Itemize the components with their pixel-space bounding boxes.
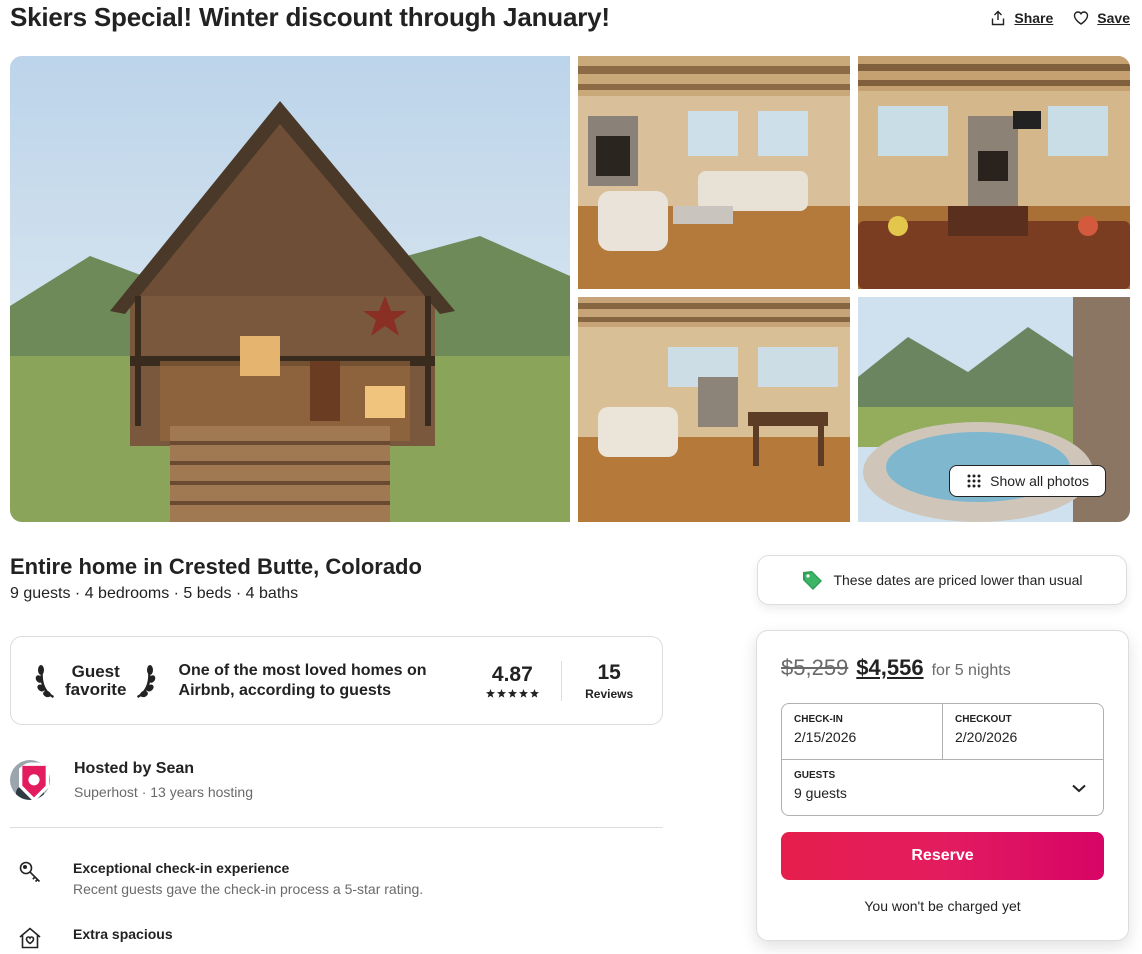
show-all-photos-label: Show all photos xyxy=(990,473,1089,489)
host-info: Hosted by Sean Superhost · 13 years host… xyxy=(74,760,253,800)
highlight-spacious-text: Extra spacious xyxy=(73,926,173,950)
booking-widget: $5,259 $4,556 for 5 nights CHECK-IN 2/15… xyxy=(756,630,1129,941)
star-icon xyxy=(485,689,495,698)
chevron-down-icon xyxy=(1072,784,1086,793)
listing-type-title: Entire home in Crested Butte, Colorado xyxy=(10,554,422,579)
photo-living-room-2[interactable] xyxy=(858,56,1130,289)
host-name: Hosted by Sean xyxy=(74,760,195,777)
photo-gallery: Show all photos xyxy=(10,56,1130,522)
page-title: Skiers Special! Winter discount through … xyxy=(10,2,610,32)
checkout-field[interactable]: CHECKOUT 2/20/2026 xyxy=(942,704,1103,759)
star-icon xyxy=(507,689,517,698)
price-row: $5,259 $4,556 for 5 nights xyxy=(781,655,1104,681)
guest-favorite-text: Guest favorite xyxy=(65,661,127,699)
photo-cabin-exterior[interactable] xyxy=(10,56,570,522)
guest-favorite-description: One of the most loved homes on Airbnb, a… xyxy=(178,661,427,699)
checkin-label: CHECK-IN xyxy=(794,714,843,725)
reviews-link[interactable]: 15 Reviews xyxy=(580,661,638,701)
laurel-left-icon xyxy=(35,664,54,698)
reviews-count: 15 xyxy=(597,660,621,684)
highlight-checkin-text: Exceptional check-in experience Recent g… xyxy=(73,860,423,897)
checkout-value: 2/20/2026 xyxy=(955,729,1018,745)
rating-block: 4.87 xyxy=(478,663,548,698)
superhost-badge-icon xyxy=(19,762,49,802)
reservation-fields: CHECK-IN 2/15/2026 CHECKOUT 2/20/2026 GU… xyxy=(781,703,1104,816)
heart-icon xyxy=(1074,11,1089,25)
save-label: Save xyxy=(1097,10,1130,26)
host-subtitle: Superhost · 13 years hosting xyxy=(74,784,253,800)
section-divider xyxy=(10,827,663,828)
photo-hot-tub[interactable]: Show all photos xyxy=(858,297,1130,522)
highlight-title: Exceptional check-in experience xyxy=(73,860,290,876)
price-tag-icon xyxy=(803,571,823,590)
guest-favorite-line1: Guest xyxy=(71,661,120,681)
guest-favorite-badge: Guest favorite xyxy=(35,661,165,699)
highlight-title: Extra spacious xyxy=(73,926,173,942)
photo-living-room-1[interactable] xyxy=(578,56,850,289)
guest-favorite-line2: favorite xyxy=(65,679,127,699)
show-all-photos-button[interactable]: Show all photos xyxy=(949,465,1106,497)
highlight-description: Recent guests gave the check-in process … xyxy=(73,881,424,897)
nights-label: for 5 nights xyxy=(931,662,1011,679)
home-heart-icon xyxy=(19,927,41,949)
guests-label: GUESTS xyxy=(794,770,836,781)
rating-value: 4.87 xyxy=(491,663,533,686)
grid-icon xyxy=(967,474,981,488)
listing-meta: 9 guests · 4 bedrooms · 5 beds · 4 baths xyxy=(10,585,299,602)
host-section: Hosted by Sean Superhost · 13 years host… xyxy=(10,760,253,802)
date-row: CHECK-IN 2/15/2026 CHECKOUT 2/20/2026 xyxy=(782,704,1103,760)
checkin-field[interactable]: CHECK-IN 2/15/2026 xyxy=(782,704,942,759)
no-charge-note: You won't be charged yet xyxy=(864,898,1021,914)
star-icon xyxy=(529,689,539,698)
share-button[interactable]: Share xyxy=(990,10,1053,26)
star-icon xyxy=(496,689,506,698)
reviews-label: Reviews xyxy=(585,686,634,701)
share-icon xyxy=(992,10,1005,26)
guest-favorite-card[interactable]: Guest favorite One of the most loved hom… xyxy=(10,636,663,725)
photo-living-dining[interactable] xyxy=(578,297,850,522)
laurel-right-icon xyxy=(137,664,156,698)
guests-value: 9 guests xyxy=(794,785,847,801)
rating-stars xyxy=(478,689,548,698)
share-label: Share xyxy=(1014,10,1054,26)
highlight-spacious: Extra spacious xyxy=(18,926,173,950)
price-notice: These dates are priced lower than usual xyxy=(757,555,1127,605)
highlight-checkin: Exceptional check-in experience Recent g… xyxy=(18,860,423,897)
host-avatar[interactable] xyxy=(10,760,50,802)
save-button[interactable]: Save xyxy=(1073,10,1130,26)
header-actions: Share Save xyxy=(990,10,1130,26)
checkin-value: 2/15/2026 xyxy=(794,729,857,745)
reserve-button[interactable]: Reserve xyxy=(781,832,1104,880)
price-notice-text: These dates are priced lower than usual xyxy=(833,572,1083,588)
original-price: $5,259 xyxy=(781,655,849,680)
key-icon xyxy=(19,861,41,883)
guests-dropdown[interactable]: GUESTS 9 guests xyxy=(782,760,1103,815)
discounted-price[interactable]: $4,556 xyxy=(856,655,923,681)
checkout-label: CHECKOUT xyxy=(955,714,1012,725)
rating-divider xyxy=(561,660,563,701)
star-icon xyxy=(518,689,528,698)
